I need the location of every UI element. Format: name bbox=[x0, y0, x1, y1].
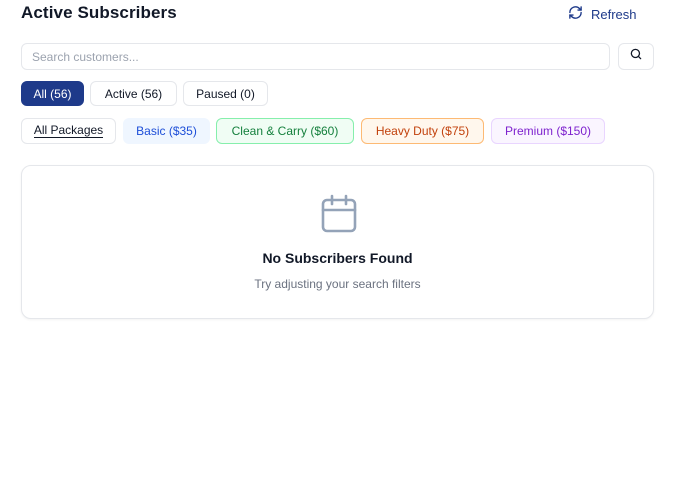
calendar-icon bbox=[320, 194, 358, 234]
empty-state-card: No Subscribers Found Try adjusting your … bbox=[21, 165, 654, 319]
tab-active[interactable]: Active (56) bbox=[90, 81, 177, 106]
package-filter-label: Basic ($35) bbox=[136, 124, 197, 138]
refresh-button[interactable]: Refresh bbox=[568, 4, 637, 24]
page-title: Active Subscribers bbox=[21, 3, 177, 22]
empty-state-title: No Subscribers Found bbox=[262, 250, 413, 266]
subscribers-page: Active Subscribers Refresh All (56) Acti… bbox=[0, 0, 688, 480]
package-filter-clean-carry[interactable]: Clean & Carry ($60) bbox=[216, 118, 354, 144]
package-filter-basic[interactable]: Basic ($35) bbox=[123, 118, 210, 144]
refresh-label: Refresh bbox=[591, 6, 637, 22]
package-filter-label: Premium ($150) bbox=[504, 124, 592, 138]
package-filter-all[interactable]: All Packages bbox=[21, 118, 116, 144]
search-input[interactable] bbox=[21, 43, 610, 70]
tab-paused[interactable]: Paused (0) bbox=[183, 81, 268, 106]
search-button[interactable] bbox=[618, 43, 654, 70]
search-icon bbox=[629, 47, 643, 66]
package-filter-label: Clean & Carry ($60) bbox=[231, 124, 339, 138]
package-filter-label: All Packages bbox=[33, 123, 104, 138]
package-filter-heavy-duty[interactable]: Heavy Duty ($75) bbox=[361, 118, 484, 144]
package-filter-label: Heavy Duty ($75) bbox=[375, 124, 470, 138]
tab-label: Paused (0) bbox=[196, 86, 255, 101]
tab-label: All (56) bbox=[33, 86, 72, 101]
tab-label: Active (56) bbox=[104, 86, 163, 101]
refresh-icon bbox=[568, 5, 583, 23]
package-filter-premium[interactable]: Premium ($150) bbox=[491, 118, 605, 144]
empty-state-subtitle: Try adjusting your search filters bbox=[254, 277, 421, 291]
tab-all[interactable]: All (56) bbox=[21, 81, 84, 106]
